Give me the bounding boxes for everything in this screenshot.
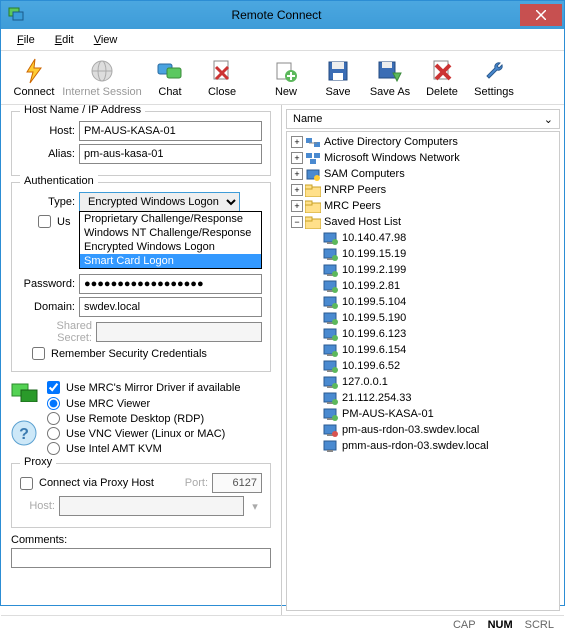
status-cap: CAP <box>453 619 476 631</box>
lightning-icon <box>20 57 48 85</box>
auth-option-proprietary[interactable]: Proprietary Challenge/Response <box>80 212 261 226</box>
menu-view[interactable]: View <box>86 32 126 48</box>
auth-group: Authentication Type: Encrypted Windows L… <box>11 182 271 372</box>
right-pane: Name ⌄ +Active Directory Computers+Micro… <box>281 105 564 615</box>
tree-host[interactable]: +10.199.5.104 <box>289 294 557 310</box>
tree-host[interactable]: +10.199.6.123 <box>289 326 557 342</box>
chevron-down-icon: ⌄ <box>544 113 553 126</box>
amt-radio[interactable] <box>47 442 60 455</box>
type-label: Type: <box>20 196 75 208</box>
proxy-host-input <box>59 496 244 516</box>
tree-host[interactable]: +10.140.47.98 <box>289 230 557 246</box>
settings-button[interactable]: Settings <box>469 55 519 100</box>
tree-host[interactable]: +10.199.2.199 <box>289 262 557 278</box>
toolbar: Connect Internet Session Chat Close New … <box>1 51 564 105</box>
titlebar: Remote Connect <box>1 1 564 29</box>
menu-edit[interactable]: Edit <box>47 32 82 48</box>
tree-host[interactable]: +pm-aus-rdon-03.swdev.local <box>289 422 557 438</box>
tree-host[interactable]: +10.199.6.52 <box>289 358 557 374</box>
close-button[interactable]: Close <box>197 55 247 100</box>
domain-label: Domain: <box>20 301 75 313</box>
floppy-icon <box>324 57 352 85</box>
close-window-button[interactable] <box>520 4 562 26</box>
tree-root[interactable]: +SAM Computers <box>289 166 557 182</box>
auth-option-smartcard[interactable]: Smart Card Logon <box>80 254 261 268</box>
alias-label: Alias: <box>20 148 75 160</box>
alias-input[interactable] <box>79 144 262 164</box>
vnc-radio[interactable] <box>47 427 60 440</box>
auth-type-select[interactable]: Encrypted Windows Logon <box>79 192 240 212</box>
mrc-viewer-radio[interactable] <box>47 397 60 410</box>
use-checkbox[interactable] <box>38 215 51 228</box>
tree-host[interactable]: +127.0.0.1 <box>289 374 557 390</box>
tree-host[interactable]: +PM-AUS-KASA-01 <box>289 406 557 422</box>
delete-button[interactable]: Delete <box>417 55 467 100</box>
wrench-icon <box>480 57 508 85</box>
shared-secret-input <box>96 322 262 342</box>
auth-type-dropdown-list[interactable]: Proprietary Challenge/Response Windows N… <box>79 211 262 269</box>
comments-group: Comments: <box>11 534 271 568</box>
comments-input[interactable] <box>11 548 271 568</box>
host-tree[interactable]: +Active Directory Computers+Microsoft Wi… <box>286 131 560 611</box>
chat-icon <box>156 57 184 85</box>
connect-button[interactable]: Connect <box>9 55 59 100</box>
auth-option-ntcr[interactable]: Windows NT Challenge/Response <box>80 226 261 240</box>
domain-input[interactable] <box>79 297 262 317</box>
proxy-port-input <box>212 473 262 493</box>
new-button[interactable]: New <box>261 55 311 100</box>
shared-secret-label: Shared Secret: <box>20 320 92 344</box>
host-group: Host Name / IP Address Host: Alias: <box>11 111 271 176</box>
status-scrl: SCRL <box>525 619 554 631</box>
new-icon <box>272 57 300 85</box>
tree-root[interactable]: +MRC Peers <box>289 198 557 214</box>
menubar: File Edit View <box>1 29 564 51</box>
viewer-options: ? Use MRC's Mirror Driver if available U… <box>11 378 271 457</box>
app-icon <box>7 5 27 25</box>
tree-root[interactable]: −Saved Host List <box>289 214 557 230</box>
tree-host[interactable]: +10.199.2.81 <box>289 278 557 294</box>
internet-session-button: Internet Session <box>61 55 143 100</box>
chat-button[interactable]: Chat <box>145 55 195 100</box>
tree-host[interactable]: +pmm-aus-rdon-03.swdev.local <box>289 438 557 454</box>
host-input[interactable] <box>79 121 262 141</box>
menu-file[interactable]: File <box>9 32 43 48</box>
window-title: Remote Connect <box>33 8 520 22</box>
floppy-arrow-icon <box>376 57 404 85</box>
remember-credentials-checkbox[interactable] <box>32 347 45 360</box>
tree-root[interactable]: +PNRP Peers <box>289 182 557 198</box>
tree-host[interactable]: +10.199.15.19 <box>289 246 557 262</box>
globe-icon <box>88 57 116 85</box>
save-button[interactable]: Save <box>313 55 363 100</box>
tree-header[interactable]: Name ⌄ <box>286 109 560 129</box>
rdp-radio[interactable] <box>47 412 60 425</box>
close-doc-icon <box>208 57 236 85</box>
comments-label: Comments: <box>11 534 271 546</box>
tree-host[interactable]: +10.199.6.154 <box>289 342 557 358</box>
help-icon[interactable]: ? <box>11 420 37 446</box>
tree-root[interactable]: +Active Directory Computers <box>289 134 557 150</box>
status-bar: CAP NUM SCRL <box>1 615 564 633</box>
auth-option-ewl[interactable]: Encrypted Windows Logon <box>80 240 261 254</box>
left-pane: Host Name / IP Address Host: Alias: Auth… <box>1 105 281 615</box>
tree-root[interactable]: +Microsoft Windows Network <box>289 150 557 166</box>
tree-host[interactable]: +21.112.254.33 <box>289 390 557 406</box>
proxy-group: Proxy Connect via Proxy Host Port: Host:… <box>11 463 271 528</box>
password-input[interactable] <box>79 274 262 294</box>
svg-text:?: ? <box>19 426 29 443</box>
password-label: Password: <box>20 278 75 290</box>
saveas-button[interactable]: Save As <box>365 55 415 100</box>
tree-host[interactable]: +10.199.5.190 <box>289 310 557 326</box>
host-label: Host: <box>20 125 75 137</box>
status-num: NUM <box>488 619 513 631</box>
monitors-icon <box>11 378 39 402</box>
delete-icon <box>428 57 456 85</box>
proxy-via-checkbox[interactable] <box>20 477 33 490</box>
mirror-driver-checkbox[interactable] <box>47 381 60 394</box>
